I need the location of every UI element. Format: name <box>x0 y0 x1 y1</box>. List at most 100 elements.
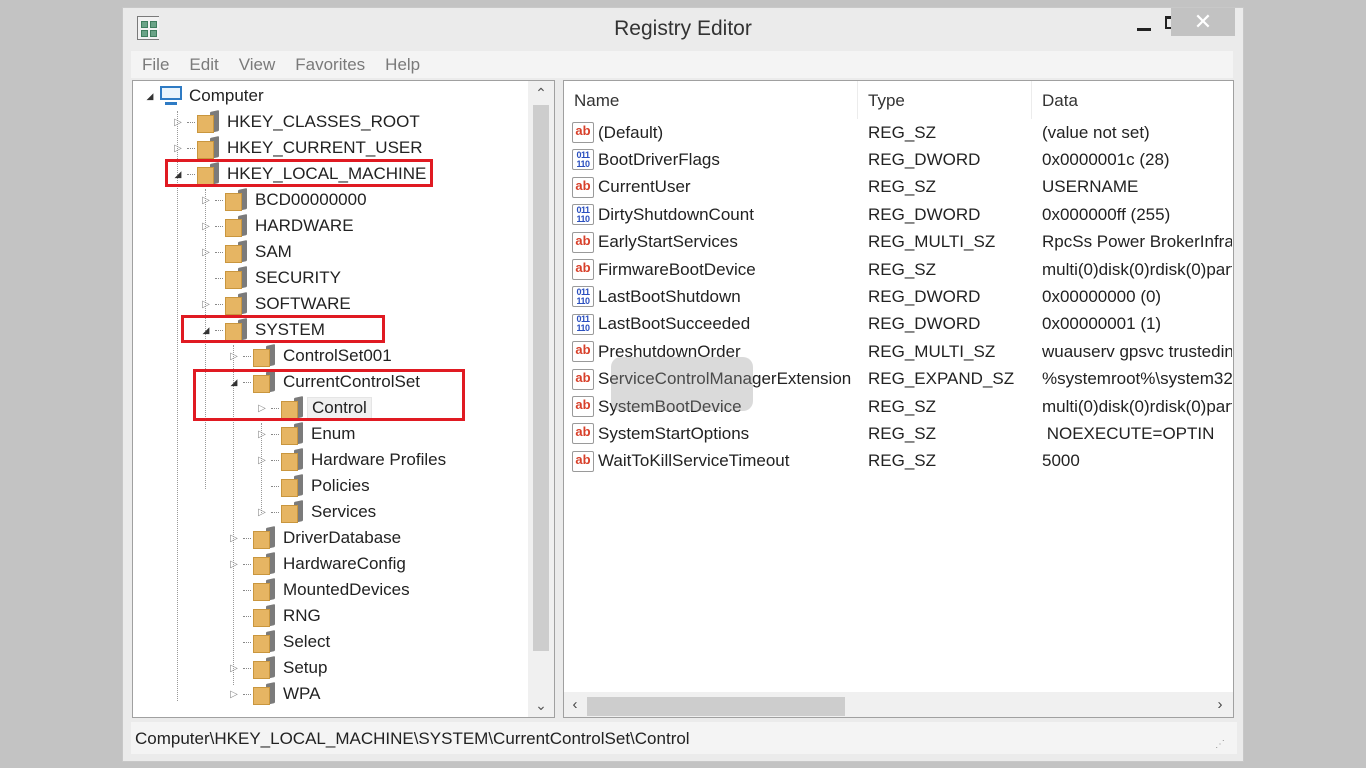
collapsed-arrow-icon[interactable]: ▷ <box>199 297 213 311</box>
collapsed-arrow-icon[interactable]: ▷ <box>227 349 241 363</box>
value-row[interactable]: ab SystemStartOptions REG_SZ NOEXECUTE=OPT… <box>564 420 1233 447</box>
tree-node[interactable]: ▷ HKEY_CURRENT_USER <box>171 135 423 161</box>
value-data: %systemroot%\system32\scext.dll <box>1042 369 1232 389</box>
collapsed-arrow-icon[interactable]: ▷ <box>227 557 241 571</box>
collapsed-arrow-icon[interactable]: ▷ <box>255 505 269 519</box>
tree-node[interactable]: ▷ HKEY_CLASSES_ROOT <box>171 109 420 135</box>
list-scroll-thumb[interactable] <box>587 697 845 716</box>
tree-node[interactable]: ▷ WPA <box>227 681 320 707</box>
value-name-cell: ab FirmwareBootDevice <box>564 259 858 280</box>
collapsed-arrow-icon[interactable]: ▷ <box>227 687 241 701</box>
tree-node[interactable]: SECURITY <box>199 265 341 291</box>
tree-node[interactable]: ▷ Hardware Profiles <box>255 447 446 473</box>
tree-node[interactable]: Policies <box>255 473 370 499</box>
tree-node[interactable]: ▷ Services <box>255 499 376 525</box>
tree-node[interactable]: ▷ SAM <box>199 239 292 265</box>
value-data: multi(0)disk(0)rdisk(0)partition(1) <box>1042 259 1232 279</box>
close-icon: ✕ <box>1193 9 1213 34</box>
folder-icon <box>225 266 247 289</box>
value-name: (Default) <box>598 122 664 142</box>
string-value-icon: ab <box>572 368 594 390</box>
scroll-up-icon[interactable]: ⌃ <box>528 81 554 105</box>
tree-node[interactable]: ▷HKEY_USERS <box>171 717 341 718</box>
scroll-down-icon[interactable]: ⌄ <box>528 693 554 717</box>
value-row[interactable]: 011 110 LastBootSucceeded REG_DWORD 0x000000… <box>564 311 1233 338</box>
collapsed-arrow-icon[interactable]: ▷ <box>199 193 213 207</box>
window-title: Registry Editor <box>614 17 752 40</box>
tree-node[interactable]: ▷ Enum <box>255 421 355 447</box>
column-header-type[interactable]: Type <box>858 81 1032 119</box>
highlight-box <box>193 369 465 421</box>
value-data: 0x00000000 (0) <box>1042 286 1162 306</box>
string-value-icon: ab <box>572 396 594 417</box>
list-horizontal-scrollbar[interactable]: ‹ › <box>564 692 1233 717</box>
folder-icon <box>253 682 275 705</box>
tree-node-label: SECURITY <box>255 268 341 287</box>
scroll-right-icon[interactable]: › <box>1209 692 1231 717</box>
collapsed-arrow-icon[interactable]: ▷ <box>227 531 241 545</box>
tree-node-label: HARDWARE <box>255 216 354 235</box>
value-row[interactable]: 011 110 DirtyShutdownCount REG_DWORD 0x00000… <box>564 201 1233 228</box>
column-header-data[interactable]: Data <box>1032 81 1233 119</box>
key-tree-pane[interactable]: ◢ Computer ▷ HKEY_CLASSES_ROOT ▷ HKEY_CURRE… <box>132 80 555 718</box>
collapsed-arrow-icon[interactable]: ▷ <box>255 453 269 467</box>
value-name-cell: ab CurrentUser <box>564 176 858 198</box>
menu-edit[interactable]: Edit <box>180 55 229 75</box>
value-type: REG_EXPAND_SZ <box>868 369 1015 389</box>
value-row[interactable]: ab CurrentUser REG_SZ USERNAME <box>564 174 1233 201</box>
value-type: REG_SZ <box>868 451 937 471</box>
tree-scroll-thumb[interactable] <box>533 105 549 651</box>
collapsed-arrow-icon[interactable]: ▷ <box>199 219 213 233</box>
tree-vertical-scrollbar[interactable]: ⌃ ⌄ <box>528 81 554 717</box>
value-row[interactable]: ab WaitToKillServiceTimeout REG_SZ 5000 <box>564 448 1233 475</box>
tree-node[interactable]: Select <box>227 629 330 655</box>
collapsed-arrow-icon[interactable]: ▷ <box>227 661 241 675</box>
list-header: Name Type Data <box>564 81 1233 119</box>
value-row[interactable]: ab (Default) REG_SZ (value not set) <box>564 119 1233 146</box>
tree-node[interactable]: ▷ HardwareConfig <box>227 551 406 577</box>
value-row[interactable]: ab EarlyStartServices REG_MULTI_SZ RpcSs Po… <box>564 229 1233 256</box>
menu-help[interactable]: Help <box>376 55 431 75</box>
tree-node-label: Policies <box>311 476 370 495</box>
collapsed-arrow-icon[interactable]: ▷ <box>199 245 213 259</box>
value-name: EarlyStartServices <box>598 232 738 252</box>
value-type: REG_MULTI_SZ <box>868 341 996 361</box>
menu-file[interactable]: File <box>133 55 180 75</box>
menu-view[interactable]: View <box>230 55 287 75</box>
tree-node[interactable]: ▷ Setup <box>227 655 327 681</box>
tree-node[interactable]: ▷ HARDWARE <box>199 213 354 239</box>
collapsed-arrow-icon[interactable]: ▷ <box>255 427 269 441</box>
value-row[interactable]: 011 110 LastBootShutdown REG_DWORD 0x0000000… <box>564 283 1233 310</box>
tree-node[interactable]: ▷ DriverDatabase <box>227 525 401 551</box>
tree-connector <box>243 693 251 695</box>
string-value-icon: ab <box>572 259 594 280</box>
tree-connector <box>243 615 251 617</box>
scroll-left-icon[interactable]: ‹ <box>564 692 586 717</box>
value-name-cell: ab SystemStartOptions <box>564 423 858 445</box>
menu-favorites[interactable]: Favorites <box>286 55 376 75</box>
tree-connector <box>243 641 251 643</box>
resize-grip-icon[interactable]: ⋰ <box>1215 739 1225 750</box>
tree-node-computer[interactable]: ◢ Computer <box>143 83 264 109</box>
collapsed-arrow-icon[interactable]: ▷ <box>171 115 185 129</box>
expanded-arrow-icon[interactable]: ◢ <box>143 89 157 103</box>
tree-node[interactable]: RNG <box>227 603 321 629</box>
value-data: USERNAME <box>1042 177 1139 197</box>
tree-node[interactable]: ▷ BCD00000000 <box>199 187 367 213</box>
folder-icon <box>197 110 219 133</box>
title-bar[interactable]: Registry Editor ✕ <box>123 8 1243 48</box>
folder-icon <box>253 552 275 575</box>
value-row[interactable]: 011 110 BootDriverFlags REG_DWORD 0x0000001c… <box>564 146 1233 173</box>
value-data: 5000 <box>1042 451 1080 471</box>
tree-connector <box>215 303 223 305</box>
tree-node[interactable]: MountedDevices <box>227 577 410 603</box>
collapsed-arrow-icon[interactable]: ▷ <box>171 141 185 155</box>
column-header-name[interactable]: Name <box>564 81 858 119</box>
tree-node-label: SOFTWARE <box>255 294 351 313</box>
tree-node[interactable]: ▷ SOFTWARE <box>199 291 351 317</box>
value-row[interactable]: ab FirmwareBootDevice REG_SZ multi(0)disk(0… <box>564 256 1233 283</box>
tree-node[interactable]: ▷ ControlSet001 <box>227 343 392 369</box>
value-type: REG_SZ <box>868 423 937 443</box>
close-button[interactable]: ✕ <box>1171 8 1235 36</box>
